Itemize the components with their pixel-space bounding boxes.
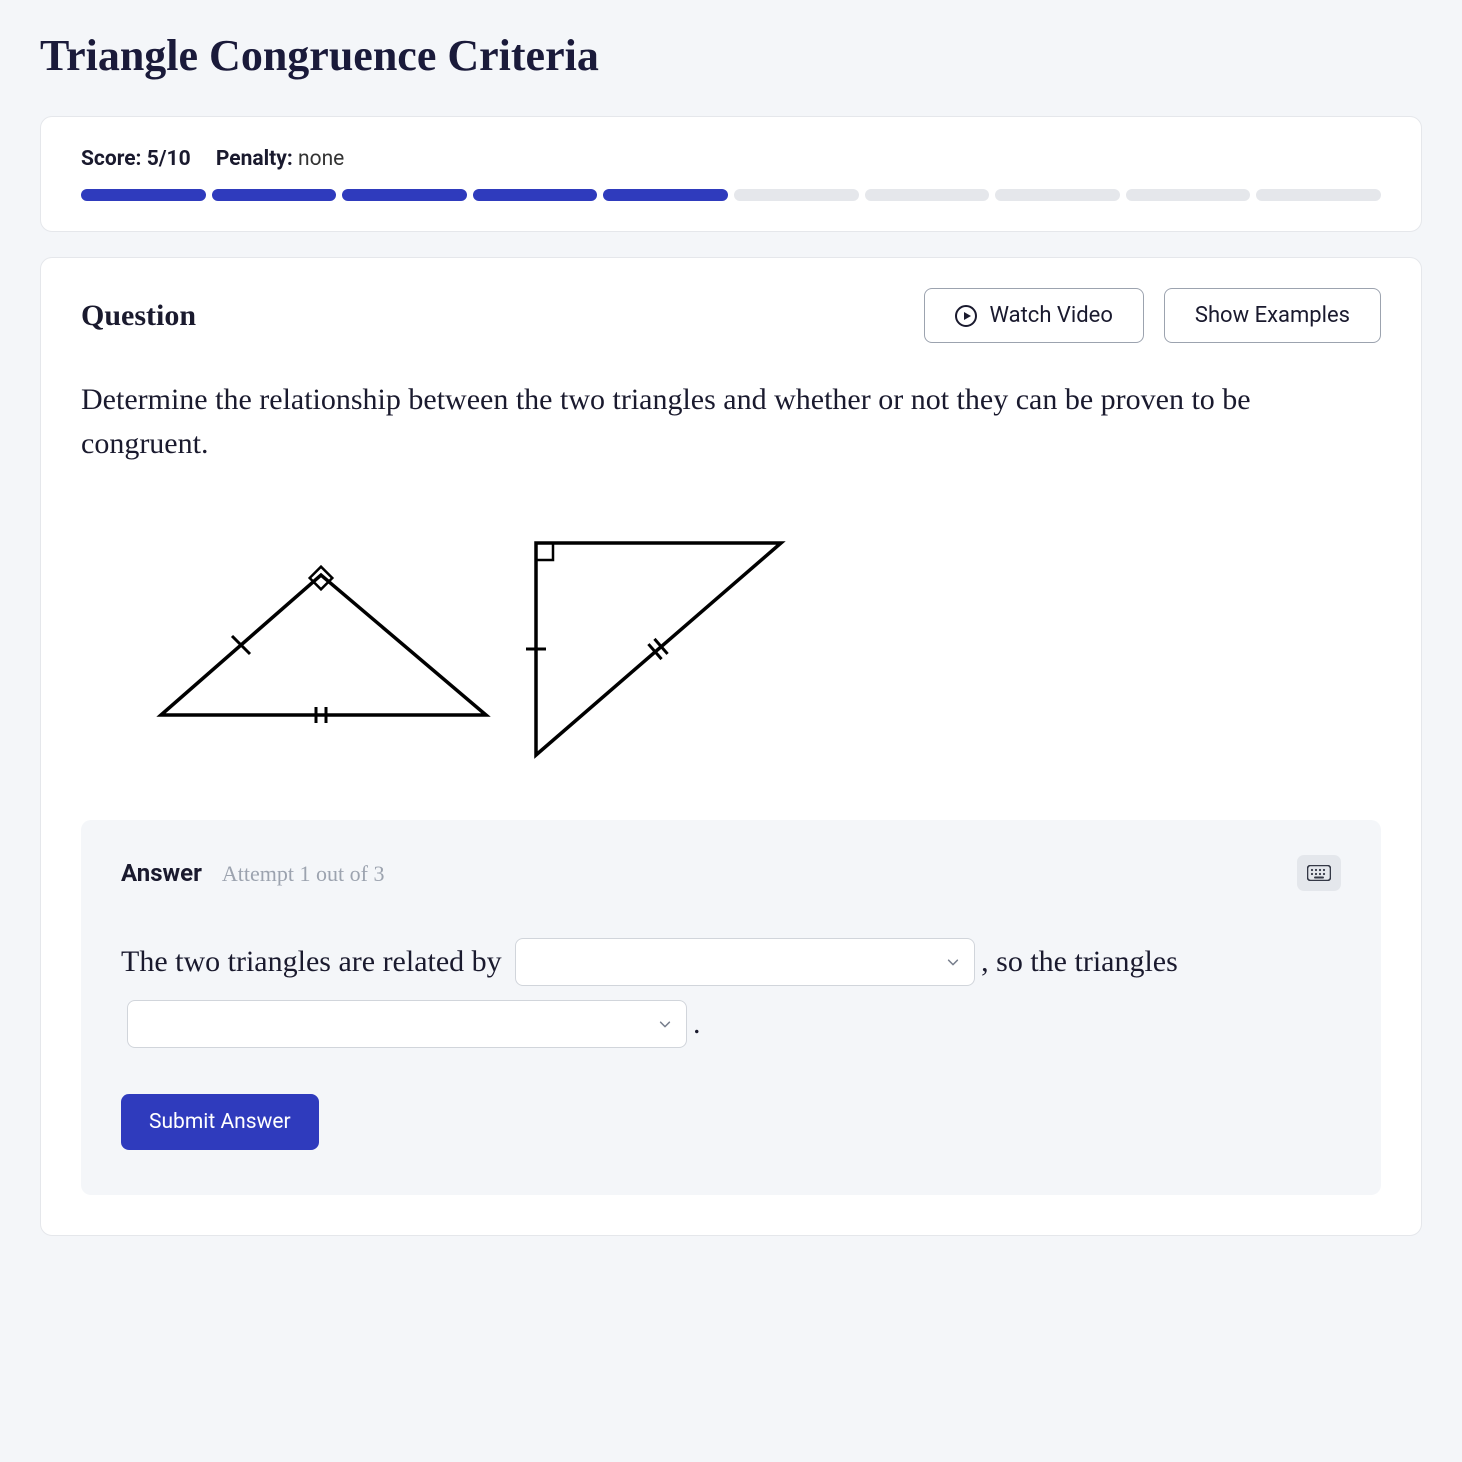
progress-segment — [473, 189, 598, 201]
score-line: Score: 5/10 Penalty: none — [81, 147, 1381, 171]
progress-segment — [81, 189, 206, 201]
show-examples-button[interactable]: Show Examples — [1164, 288, 1381, 343]
progress-segment — [865, 189, 990, 201]
progress-segment — [1256, 189, 1381, 201]
submit-answer-button[interactable]: Submit Answer — [121, 1094, 319, 1150]
watch-video-label: Watch Video — [989, 303, 1112, 328]
progress-bar — [81, 189, 1381, 201]
chevron-down-icon — [946, 955, 960, 969]
page-title: Triangle Congruence Criteria — [40, 30, 1422, 81]
question-card: Question Watch Video Show Examples Deter… — [40, 257, 1422, 1236]
progress-segment — [995, 189, 1120, 201]
play-icon — [955, 305, 977, 327]
question-heading: Question — [81, 299, 196, 333]
keyboard-icon — [1307, 865, 1331, 881]
sentence-part-1: The two triangles are related by — [121, 945, 509, 978]
relationship-dropdown[interactable] — [515, 938, 975, 986]
header-buttons: Watch Video Show Examples — [924, 288, 1381, 343]
progress-segment — [212, 189, 337, 201]
answer-heading: Answer — [121, 859, 202, 887]
keyboard-button[interactable] — [1297, 855, 1341, 891]
answer-panel: Answer Attempt 1 out of 3 The two triang… — [81, 820, 1381, 1195]
answer-header: Answer Attempt 1 out of 3 — [121, 855, 1341, 891]
chevron-down-icon — [658, 1017, 672, 1031]
conclusion-dropdown[interactable] — [127, 1000, 687, 1048]
triangle-figure — [81, 495, 1381, 820]
progress-segment — [603, 189, 728, 201]
score-value: 5/10 — [147, 147, 191, 171]
show-examples-label: Show Examples — [1195, 303, 1350, 328]
score-card: Score: 5/10 Penalty: none — [40, 116, 1422, 232]
triangles-svg — [141, 515, 801, 775]
progress-segment — [1126, 189, 1251, 201]
sentence-part-3: . — [693, 1007, 701, 1040]
penalty-label: Penalty: — [216, 147, 293, 171]
watch-video-button[interactable]: Watch Video — [924, 288, 1143, 343]
question-header: Question Watch Video Show Examples — [81, 288, 1381, 343]
penalty-value: none — [298, 147, 344, 171]
sentence-part-2: , so the triangles — [981, 945, 1178, 978]
question-prompt: Determine the relationship between the t… — [81, 378, 1381, 465]
attempt-text: Attempt 1 out of 3 — [222, 861, 385, 887]
progress-segment — [734, 189, 859, 201]
score-label: Score: — [81, 147, 141, 171]
progress-segment — [342, 189, 467, 201]
answer-sentence: The two triangles are related by , so th… — [121, 931, 1341, 1054]
